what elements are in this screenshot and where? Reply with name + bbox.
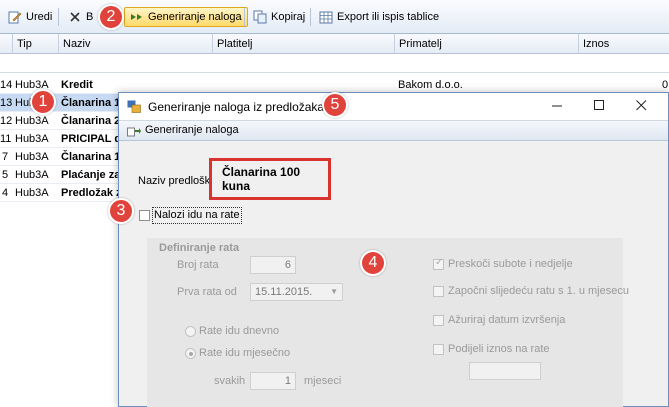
edit-icon	[8, 10, 22, 24]
delete-button[interactable]: B	[63, 7, 98, 27]
filter-row[interactable]	[0, 55, 669, 73]
radio-daily[interactable]	[185, 326, 196, 337]
count-label: Broj rata	[177, 259, 219, 271]
start-next-month-label[interactable]: Započni slijedeću ratu s 1. u mjesecu	[448, 285, 629, 297]
column-header-tip[interactable]: Tip	[12, 34, 58, 54]
column-header-primatelj[interactable]: Primatelj	[394, 34, 578, 54]
radio-monthly-label[interactable]: Rate idu mjesečno	[199, 347, 290, 359]
checkmark-icon: ✓	[435, 257, 444, 268]
column-header-naziv[interactable]: Naziv	[58, 34, 212, 54]
first-installment-date-picker[interactable]: 15.11.2015. ▼	[250, 283, 343, 301]
export-button[interactable]: Export ili ispis tablice	[314, 7, 444, 27]
radio-monthly[interactable]	[185, 348, 196, 359]
table-icon	[319, 10, 333, 24]
double-arrow-icon	[130, 10, 144, 24]
chevron-down-icon: ▼	[330, 287, 338, 296]
edit-button[interactable]: Uredi	[3, 7, 57, 27]
column-header-platitelj[interactable]: Platitelj	[212, 34, 394, 54]
update-date-checkbox[interactable]	[433, 315, 444, 326]
close-button[interactable]	[619, 95, 663, 117]
toolbar-separator	[58, 8, 59, 26]
generate-icon	[127, 125, 141, 137]
installments-checkbox[interactable]	[139, 210, 150, 221]
app-icon	[127, 100, 141, 113]
maximize-icon	[593, 98, 605, 114]
start-next-month-checkbox[interactable]	[433, 286, 444, 297]
column-header-iznos[interactable]: Iznos	[578, 34, 669, 54]
template-name-value: Članarina 100 kuna	[209, 158, 331, 200]
generate-orders-dialog: Generiranje naloga iz predložaka Generir…	[118, 92, 669, 407]
callout-badge-5: 5	[322, 92, 348, 118]
callout-badge-2: 2	[98, 4, 124, 30]
dialog-title: Generiranje naloga iz predložaka	[148, 100, 325, 114]
update-date-label[interactable]: Ažuriraj datum izvršenja	[448, 314, 565, 326]
generate-orders-button[interactable]: Generiranje naloga	[124, 7, 248, 27]
split-amount-input[interactable]	[469, 362, 541, 380]
skip-weekends-checkbox[interactable]: ✓	[433, 257, 444, 270]
copy-icon	[253, 10, 267, 24]
callout-badge-1: 1	[30, 89, 56, 115]
callout-badge-3: 3	[108, 198, 134, 224]
focus-rectangle	[152, 207, 242, 224]
split-amount-label[interactable]: Podijeli iznos na rate	[448, 343, 550, 355]
toolbar-separator	[244, 8, 245, 26]
group-title: Definiranje rata	[159, 242, 240, 254]
copy-button[interactable]: Kopiraj	[248, 7, 310, 27]
every-months-input[interactable]: 1	[250, 372, 296, 390]
dialog-subheader: Generiranje naloga	[119, 120, 668, 141]
maximize-button[interactable]	[577, 95, 621, 117]
close-icon	[68, 10, 82, 24]
months-label: mjeseci	[304, 375, 342, 387]
toolbar-separator	[310, 8, 311, 26]
callout-badge-4: 4	[360, 250, 386, 276]
close-icon	[635, 98, 647, 114]
grid-header: Tip Naziv Platitelj Primatelj Iznos	[0, 34, 669, 54]
every-label: svakih	[214, 375, 246, 387]
first-installment-label: Prva rata od	[177, 286, 237, 298]
minimize-button[interactable]	[535, 95, 579, 117]
split-amount-checkbox[interactable]	[433, 344, 444, 355]
skip-weekends-label[interactable]: Preskoči subote i nedjelje	[448, 258, 573, 270]
minimize-icon	[551, 98, 563, 114]
count-input[interactable]: 6	[250, 256, 296, 274]
radio-daily-label[interactable]: Rate idu dnevno	[199, 325, 279, 337]
template-name-label: Naziv predloška:	[138, 175, 220, 187]
dialog-title-bar[interactable]: Generiranje naloga iz predložaka	[119, 93, 668, 120]
